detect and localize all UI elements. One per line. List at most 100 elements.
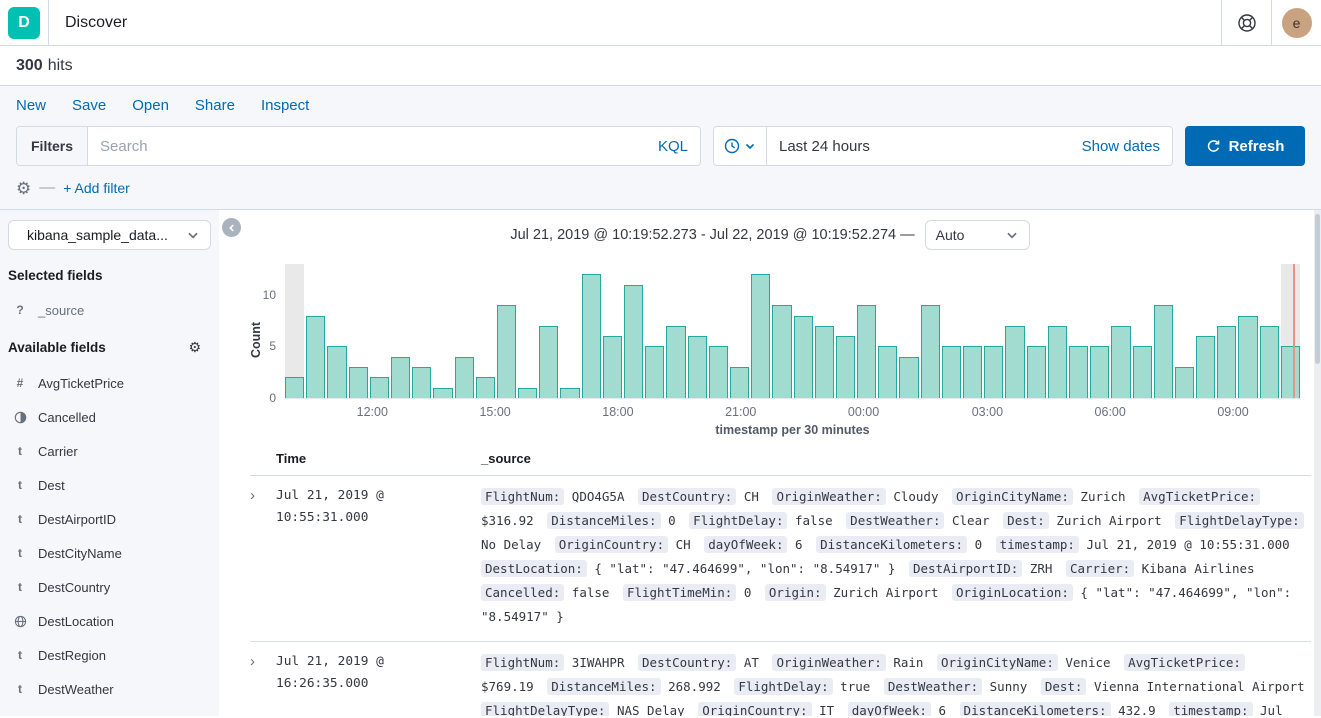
table-header: Time _source — [250, 451, 1311, 476]
histogram-bar[interactable] — [455, 264, 474, 398]
histogram-bar[interactable] — [412, 264, 431, 398]
expand-row-icon[interactable]: › — [250, 651, 276, 716]
histogram-bar[interactable] — [730, 264, 749, 398]
histogram-bar[interactable] — [921, 264, 940, 398]
histogram-bar[interactable] — [857, 264, 876, 398]
user-menu-button[interactable]: e — [1271, 0, 1321, 45]
expand-row-icon[interactable]: › — [250, 485, 276, 629]
histogram-bar[interactable] — [560, 264, 579, 398]
histogram-bar[interactable] — [836, 264, 855, 398]
vertical-scrollbar[interactable] — [1314, 210, 1321, 716]
index-pattern-select[interactable]: kibana_sample_data... — [8, 220, 211, 250]
histogram-bar[interactable] — [1069, 264, 1088, 398]
histogram-bar[interactable] — [518, 264, 537, 398]
nav-link-save[interactable]: Save — [72, 97, 106, 114]
field-item-dest[interactable]: tDest — [8, 468, 211, 502]
histogram-bar[interactable] — [391, 264, 410, 398]
histogram-bar[interactable] — [645, 264, 664, 398]
field-type-text-icon: t — [12, 546, 28, 560]
nav-link-new[interactable]: New — [16, 97, 46, 114]
field-item-carrier[interactable]: tCarrier — [8, 434, 211, 468]
histogram-bar[interactable] — [433, 264, 452, 398]
histogram-bar[interactable] — [1111, 264, 1130, 398]
histogram-bar[interactable] — [1260, 264, 1279, 398]
selected-fields-heading: Selected fields — [8, 264, 211, 293]
histogram-bar[interactable] — [772, 264, 791, 398]
histogram-bar[interactable] — [497, 264, 516, 398]
nav-link-open[interactable]: Open — [132, 97, 169, 114]
help-button[interactable] — [1221, 0, 1271, 45]
histogram-bar[interactable] — [624, 264, 643, 398]
column-header-source[interactable]: _source — [481, 451, 531, 466]
histogram-bar[interactable] — [688, 264, 707, 398]
x-axis-tick: 12:00 — [357, 405, 388, 419]
x-axis-tick: 18:00 — [602, 405, 633, 419]
histogram-bar[interactable] — [1027, 264, 1046, 398]
field-item-_source[interactable]: ?_source — [8, 293, 211, 327]
histogram-bar[interactable] — [1005, 264, 1024, 398]
interval-select[interactable]: Auto — [925, 220, 1030, 250]
nav-link-inspect[interactable]: Inspect — [261, 97, 309, 114]
histogram-bar[interactable] — [794, 264, 813, 398]
histogram-plot-area[interactable]: 0510 — [285, 264, 1300, 399]
fields-settings-gear-icon[interactable]: ⚙ — [188, 339, 201, 356]
field-item-destweather[interactable]: tDestWeather — [8, 672, 211, 706]
histogram-bar[interactable] — [306, 264, 325, 398]
field-item-destlocation[interactable]: DestLocation — [8, 604, 211, 638]
histogram-bar[interactable] — [1238, 264, 1257, 398]
search-input[interactable] — [88, 138, 646, 155]
kibana-logo[interactable]: D — [8, 7, 40, 39]
hits-label: hits — [48, 57, 73, 75]
refresh-button[interactable]: Refresh — [1185, 126, 1305, 166]
field-name: _source — [38, 303, 84, 318]
histogram-bar[interactable] — [899, 264, 918, 398]
field-item-avgticketprice[interactable]: #AvgTicketPrice — [8, 366, 211, 400]
add-filter-button[interactable]: + Add filter — [63, 180, 130, 196]
histogram-bar[interactable] — [539, 264, 558, 398]
show-dates-button[interactable]: Show dates — [1070, 138, 1172, 155]
histogram-bar[interactable] — [1217, 264, 1236, 398]
field-item-destcountry[interactable]: tDestCountry — [8, 570, 211, 604]
histogram-bar[interactable] — [1090, 264, 1109, 398]
histogram-bar[interactable] — [1281, 264, 1300, 398]
histogram-bar[interactable] — [327, 264, 346, 398]
collapse-sidebar-button[interactable] — [222, 218, 241, 237]
histogram-bar[interactable] — [942, 264, 961, 398]
filters-button[interactable]: Filters — [17, 127, 88, 165]
kql-button[interactable]: KQL — [646, 138, 700, 155]
histogram-bar[interactable] — [370, 264, 389, 398]
field-item-distancekilometers[interactable]: #DistanceKilometers — [8, 706, 211, 716]
histogram-bar[interactable] — [709, 264, 728, 398]
histogram-bar[interactable] — [984, 264, 1003, 398]
histogram-bar[interactable] — [603, 264, 622, 398]
histogram-bar[interactable] — [1154, 264, 1173, 398]
histogram-bar[interactable] — [476, 264, 495, 398]
histogram-bar[interactable] — [878, 264, 897, 398]
histogram-bar[interactable] — [1196, 264, 1215, 398]
avatar[interactable]: e — [1282, 8, 1312, 38]
time-picker-quick-button[interactable] — [714, 127, 767, 165]
histogram-bar[interactable] — [666, 264, 685, 398]
field-item-destcityname[interactable]: tDestCityName — [8, 536, 211, 570]
field-item-destregion[interactable]: tDestRegion — [8, 638, 211, 672]
scrollbar-thumb[interactable] — [1315, 214, 1320, 364]
hits-count: 300 — [16, 57, 43, 75]
histogram-bar[interactable] — [349, 264, 368, 398]
histogram-bar[interactable] — [963, 264, 982, 398]
histogram-bar[interactable] — [1133, 264, 1152, 398]
column-header-time[interactable]: Time — [250, 451, 481, 466]
histogram-bar[interactable] — [751, 264, 770, 398]
histogram-bar[interactable] — [1175, 264, 1194, 398]
source-field: DistanceKilometers: 432.9 — [960, 703, 1156, 716]
app-logo-cell[interactable]: D — [0, 0, 49, 45]
nav-link-share[interactable]: Share — [195, 97, 235, 114]
field-item-cancelled[interactable]: Cancelled — [8, 400, 211, 434]
histogram-bar[interactable] — [1048, 264, 1067, 398]
filter-settings-gear-icon[interactable]: ⚙ — [16, 180, 31, 197]
query-bar: NewSaveOpenShareInspect Filters KQL L — [0, 86, 1321, 210]
histogram-bar[interactable] — [285, 264, 304, 398]
histogram-bar[interactable] — [582, 264, 601, 398]
time-range-value[interactable]: Last 24 hours — [767, 138, 1070, 155]
histogram-bar[interactable] — [815, 264, 834, 398]
field-item-destairportid[interactable]: tDestAirportID — [8, 502, 211, 536]
